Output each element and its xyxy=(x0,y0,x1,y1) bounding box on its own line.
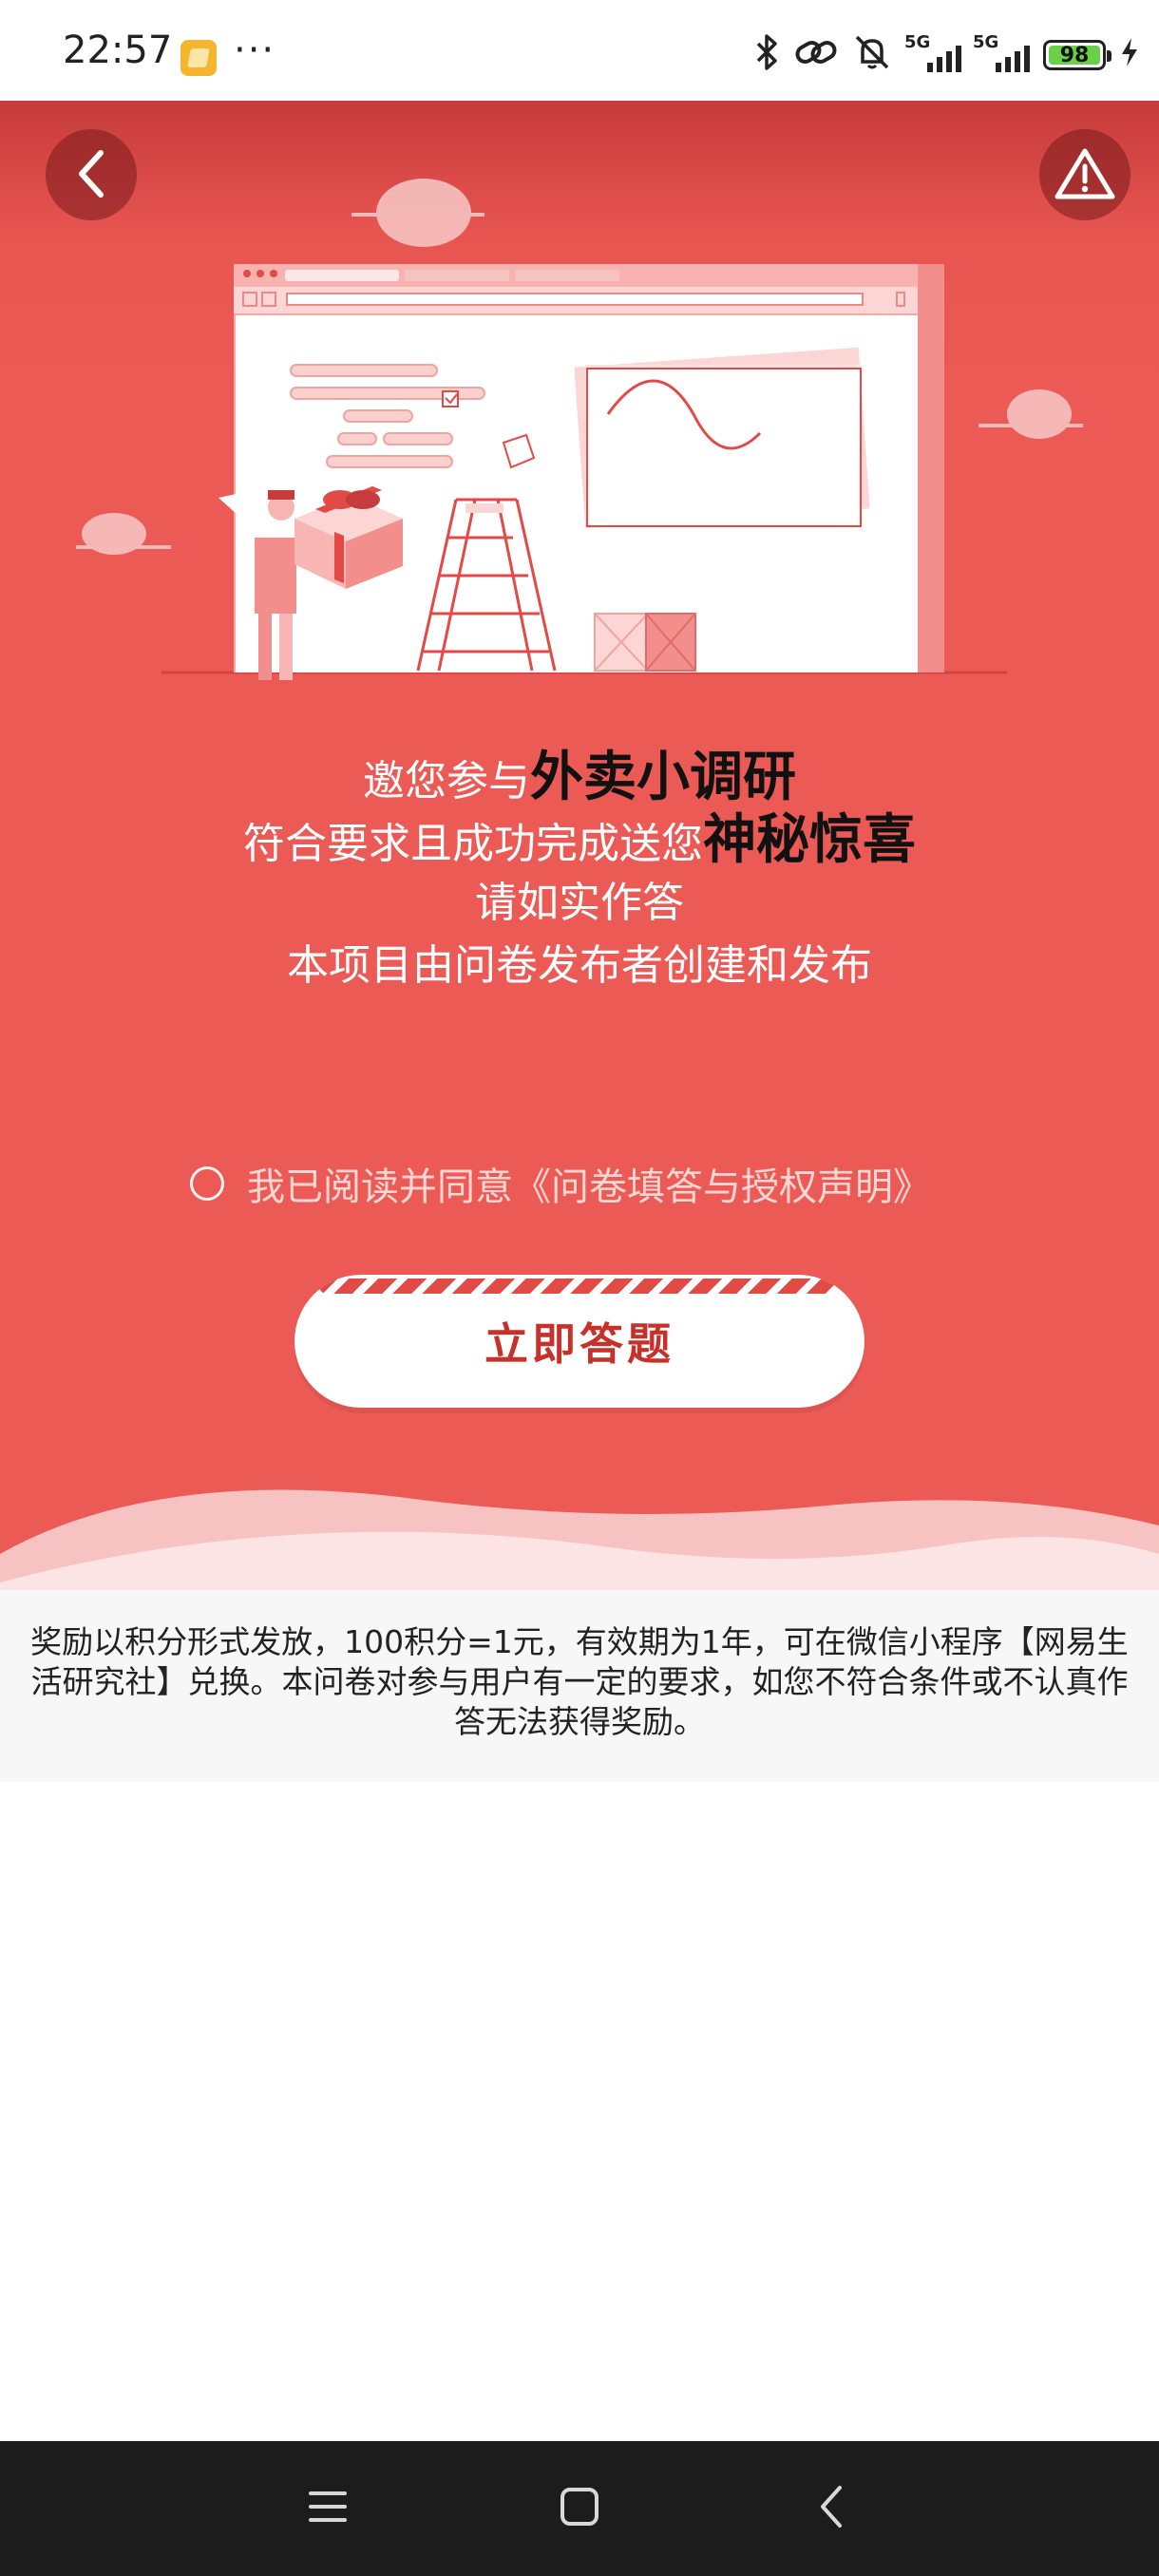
home-icon xyxy=(559,2486,600,2531)
back-icon xyxy=(817,2484,846,2533)
survey-illustration xyxy=(76,179,1083,680)
intro-line-4: 本项目由问卷发布者创建和发布 xyxy=(287,941,872,990)
agreement-checkbox-row[interactable]: 我已阅读并同意《问卷填答与授权声明》 xyxy=(190,1155,931,1212)
survey-topic: 外卖小调研 xyxy=(530,747,796,808)
battery-level: 98 xyxy=(1059,43,1090,67)
more-notifications-indicator: ··· xyxy=(234,28,276,72)
intro-line-2: 符合要求且成功完成送您神秘惊喜 xyxy=(243,809,916,871)
system-nav-bar xyxy=(0,2441,1159,2576)
chevron-left-icon xyxy=(70,145,112,205)
reward-highlight: 神秘惊喜 xyxy=(703,809,916,871)
intro-line-1: 邀您参与外卖小调研 xyxy=(363,747,796,808)
menu-icon xyxy=(307,2488,349,2529)
intro-line-3: 请如实作答 xyxy=(475,879,684,927)
signal-icon: 5G xyxy=(904,32,961,72)
survey-hero: 邀您参与外卖小调研 符合要求且成功完成送您神秘惊喜 请如实作答 本项目由问卷发布… xyxy=(0,101,1159,1601)
battery-icon: 98 xyxy=(1043,40,1112,70)
start-survey-button[interactable]: 立即答题 xyxy=(294,1275,864,1408)
status-time: 22:57 xyxy=(63,28,173,72)
button-stripe-decoration xyxy=(319,1279,840,1294)
report-button[interactable] xyxy=(1039,129,1130,220)
mute-icon xyxy=(851,33,893,77)
charging-icon xyxy=(1119,36,1140,74)
system-back-button[interactable] xyxy=(798,2475,864,2542)
back-button[interactable] xyxy=(46,129,137,220)
agreement-label[interactable]: 我已阅读并同意《问卷填答与授权声明》 xyxy=(247,1156,931,1211)
warning-icon xyxy=(1054,145,1116,205)
status-icons: 5G 5G 98 xyxy=(752,27,1140,84)
menu-button[interactable] xyxy=(294,2475,361,2542)
app-notification-icon xyxy=(180,40,217,76)
signal-icon-2: 5G xyxy=(973,32,1030,72)
reward-terms: 奖励以积分形式发放，100积分=1元，有效期为1年，可在微信小程序【网易生活研究… xyxy=(0,1601,1159,1782)
agreement-radio[interactable] xyxy=(190,1166,224,1201)
status-bar: 22:57 ··· 5G 5G 98 xyxy=(0,0,1159,101)
link-icon xyxy=(794,33,838,77)
home-button[interactable] xyxy=(546,2475,613,2542)
wave-decoration xyxy=(0,1489,1159,1601)
start-survey-label: 立即答题 xyxy=(484,1318,674,1370)
bluetooth-icon xyxy=(752,33,781,77)
survey-intro: 邀您参与外卖小调研 符合要求且成功完成送您神秘惊喜 请如实作答 本项目由问卷发布… xyxy=(0,747,1159,997)
